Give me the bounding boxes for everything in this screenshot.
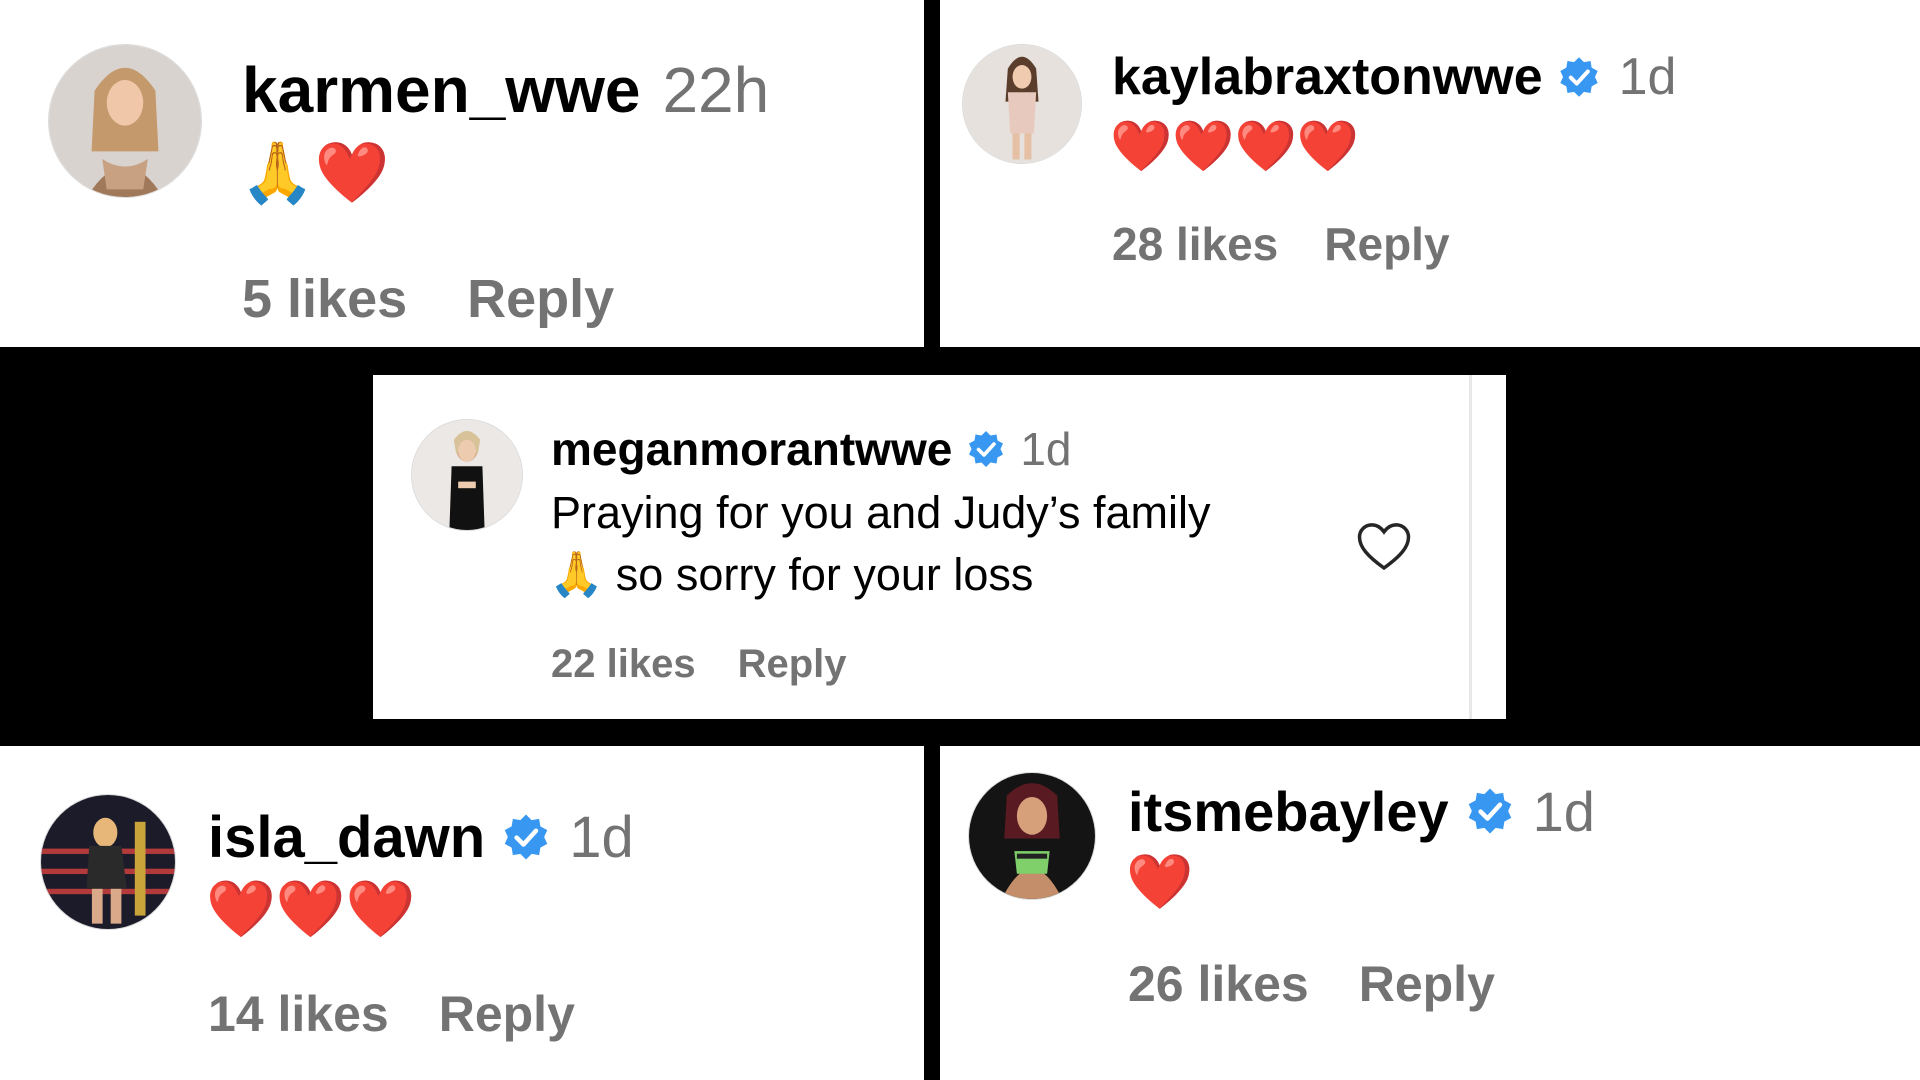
likes-count[interactable]: 28 likes	[1112, 217, 1278, 271]
avatar[interactable]	[968, 772, 1096, 900]
username[interactable]: isla_dawn	[208, 804, 485, 871]
comment-time[interactable]: 22h	[662, 53, 769, 127]
comment-actions: 26 likes Reply	[1128, 952, 1495, 1016]
comment-actions: 14 likes Reply	[208, 982, 575, 1046]
verified-badge-icon	[1557, 55, 1601, 99]
likes-count[interactable]: 22 likes	[551, 642, 696, 687]
comment-actions: 28 likes Reply	[1112, 214, 1450, 274]
comment-emoji: ❤️	[1126, 852, 1194, 912]
likes-count[interactable]: 14 likes	[208, 985, 389, 1043]
verified-badge-icon	[966, 429, 1006, 469]
comment-card-isla: isla_dawn 1d ❤️❤️❤️ 14 likes Reply	[0, 746, 924, 1080]
avatar-image	[412, 420, 522, 530]
avatar-image	[963, 45, 1081, 163]
comment-card-bayley: itsmebayley 1d ❤️ 26 likes Reply	[940, 746, 1920, 1080]
comment-emoji: ❤️❤️❤️	[206, 877, 416, 940]
likes-count[interactable]: 5 likes	[242, 268, 407, 330]
avatar[interactable]	[411, 419, 523, 531]
comment-body: 🙏❤️	[240, 138, 389, 208]
comment-text: so sorry for your loss	[615, 549, 1034, 600]
reply-button[interactable]: Reply	[1359, 955, 1495, 1013]
heart-outline-icon[interactable]	[1356, 521, 1412, 573]
comment-emoji: 🙏	[549, 550, 604, 599]
comment-header: meganmorantwwe 1d	[551, 421, 1071, 477]
reply-button[interactable]: Reply	[1324, 217, 1449, 271]
likes-count[interactable]: 26 likes	[1128, 955, 1309, 1013]
verified-badge-icon	[1465, 786, 1515, 836]
comment-card-megan: meganmorantwwe 1d Praying for you and Ju…	[373, 375, 1506, 719]
scrollbar-track[interactable]	[1469, 375, 1472, 719]
username[interactable]: meganmorantwwe	[551, 422, 952, 476]
comment-header: karmen_wwe 22h	[242, 50, 769, 130]
comment-emoji: 🙏❤️	[240, 139, 390, 206]
comment-card-kayla: kaylabraxtonwwe 1d ❤️❤️❤️❤️ 28 likes Rep…	[940, 0, 1920, 347]
comment-actions: 22 likes Reply	[551, 639, 847, 689]
comment-time[interactable]: 1d	[569, 804, 634, 871]
comment-text-line-1: Praying for you and Judy’s family	[551, 485, 1211, 541]
reply-button[interactable]: Reply	[738, 642, 847, 687]
comment-text-line-2: 🙏 so sorry for your loss	[549, 547, 1033, 603]
comment-header: kaylabraxtonwwe 1d	[1112, 46, 1676, 108]
avatar[interactable]	[40, 794, 176, 930]
comment-header: itsmebayley 1d	[1128, 776, 1595, 846]
comment-body: ❤️❤️❤️❤️	[1110, 116, 1359, 176]
reply-button[interactable]: Reply	[467, 268, 614, 330]
username[interactable]: itsmebayley	[1128, 779, 1449, 844]
comment-time[interactable]: 1d	[1619, 47, 1677, 107]
avatar[interactable]	[962, 44, 1082, 164]
comment-emoji: ❤️❤️❤️❤️	[1110, 118, 1360, 174]
verified-badge-icon	[501, 812, 551, 862]
avatar[interactable]	[48, 44, 202, 198]
comment-actions: 5 likes Reply	[242, 264, 614, 334]
avatar-image	[49, 45, 201, 197]
comment-time[interactable]: 1d	[1533, 779, 1595, 844]
comment-text: Praying for you and Judy’s family	[551, 487, 1211, 538]
comment-time[interactable]: 1d	[1020, 422, 1071, 476]
comment-card-karmen: karmen_wwe 22h 🙏❤️ 5 likes Reply	[0, 0, 924, 347]
comment-header: isla_dawn 1d	[208, 802, 634, 872]
avatar-image	[41, 795, 175, 929]
reply-button[interactable]: Reply	[439, 985, 575, 1043]
username[interactable]: kaylabraxtonwwe	[1112, 47, 1543, 107]
comment-body: ❤️	[1126, 850, 1193, 914]
username[interactable]: karmen_wwe	[242, 53, 640, 127]
comment-body: ❤️❤️❤️	[206, 876, 415, 942]
avatar-image	[969, 773, 1095, 899]
